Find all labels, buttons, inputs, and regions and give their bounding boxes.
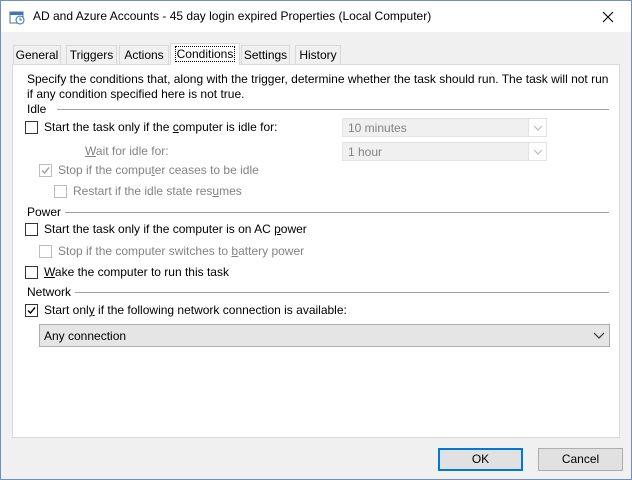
properties-dialog: AD and Azure Accounts - 45 day login exp… [0, 0, 632, 480]
start-if-network-row[interactable]: Start only if the following network conn… [25, 303, 347, 317]
tab-conditions-label: Conditions [174, 46, 236, 62]
network-group-divider [75, 292, 609, 293]
wake-computer-row[interactable]: Wake the computer to run this task [25, 265, 229, 279]
network-connection-value: Any connection [44, 329, 127, 343]
start-if-idle-row[interactable]: Start the task only if the computer is i… [25, 120, 277, 134]
conditions-description: Specify the conditions that, along with … [27, 72, 609, 101]
tab-actions[interactable]: Actions [119, 45, 169, 65]
tab-conditions[interactable]: Conditions [170, 43, 240, 65]
stop-if-ceases-checkbox[interactable] [39, 163, 52, 177]
start-if-ac-checkbox[interactable] [25, 222, 38, 236]
restart-if-resumes-row[interactable]: Restart if the idle state resumes [54, 184, 242, 198]
idle-group-divider [57, 109, 609, 110]
tab-triggers[interactable]: Triggers [66, 45, 117, 65]
wait-for-idle-label: Wait for idle for: [85, 144, 169, 158]
chevron-down-icon [528, 143, 546, 160]
checkmark-icon [41, 166, 50, 174]
idle-duration-combo[interactable]: 10 minutes [342, 118, 547, 137]
start-if-ac-row[interactable]: Start the task only if the computer is o… [25, 222, 307, 236]
close-icon [602, 11, 614, 22]
restart-if-resumes-checkbox[interactable] [54, 184, 67, 198]
start-if-idle-checkbox[interactable] [25, 120, 38, 134]
title-bar: AD and Azure Accounts - 45 day login exp… [1, 1, 631, 32]
stop-if-ceases-row[interactable]: Stop if the computer ceases to be idle [39, 163, 259, 177]
stop-if-battery-checkbox[interactable] [39, 244, 52, 258]
close-button[interactable] [585, 1, 631, 32]
chevron-down-icon [528, 119, 546, 136]
idle-group-label: Idle [27, 102, 47, 116]
tab-settings[interactable]: Settings [241, 45, 290, 65]
stop-if-battery-row[interactable]: Stop if the computer switches to battery… [39, 244, 304, 258]
network-group-label: Network [27, 285, 72, 299]
chevron-down-icon [593, 329, 605, 344]
task-scheduler-icon [9, 9, 25, 25]
wait-duration-combo[interactable]: 1 hour [342, 142, 547, 161]
start-if-network-checkbox[interactable] [25, 303, 38, 317]
power-group-label: Power [27, 205, 62, 219]
network-connection-combo[interactable]: Any connection [39, 324, 610, 347]
power-group-divider [65, 212, 609, 213]
window-title: AD and Azure Accounts - 45 day login exp… [33, 9, 432, 23]
cancel-button[interactable]: Cancel [538, 448, 623, 471]
wake-computer-checkbox[interactable] [25, 265, 38, 279]
conditions-panel: Specify the conditions that, along with … [12, 64, 620, 438]
tab-general[interactable]: General [13, 45, 61, 65]
idle-duration-value: 10 minutes [348, 121, 407, 135]
tab-history[interactable]: History [295, 45, 341, 65]
ok-button[interactable]: OK [438, 448, 523, 471]
wait-duration-value: 1 hour [348, 145, 383, 159]
checkmark-icon [27, 306, 36, 314]
